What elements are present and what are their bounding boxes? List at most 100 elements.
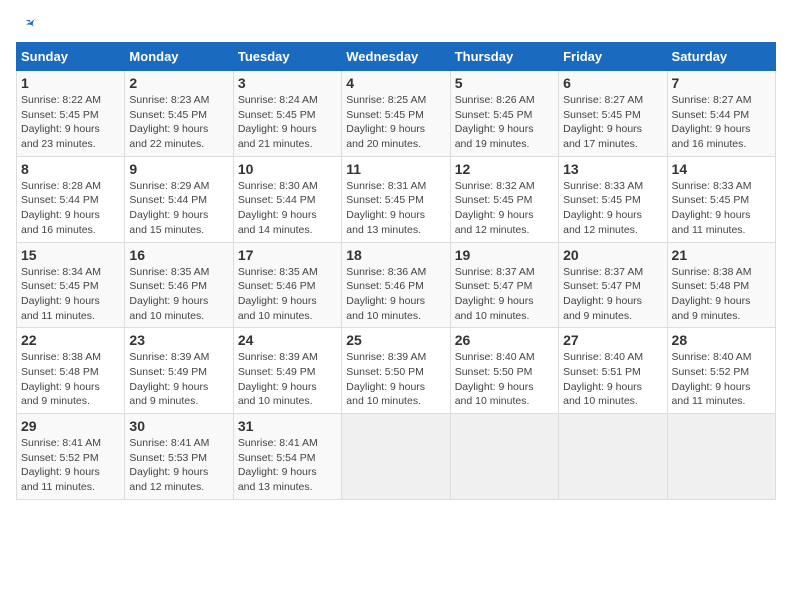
day-number: 23: [129, 332, 228, 348]
day-info: Sunrise: 8:40 AM Sunset: 5:52 PM Dayligh…: [672, 350, 771, 409]
day-info: Sunrise: 8:26 AM Sunset: 5:45 PM Dayligh…: [455, 93, 554, 152]
day-number: 27: [563, 332, 662, 348]
day-info: Sunrise: 8:37 AM Sunset: 5:47 PM Dayligh…: [563, 265, 662, 324]
calendar-cell: 28Sunrise: 8:40 AM Sunset: 5:52 PM Dayli…: [667, 328, 775, 414]
day-number: 9: [129, 161, 228, 177]
column-header-tuesday: Tuesday: [233, 43, 341, 71]
calendar-cell: [450, 414, 558, 500]
calendar-week-row: 22Sunrise: 8:38 AM Sunset: 5:48 PM Dayli…: [17, 328, 776, 414]
calendar-header-row: SundayMondayTuesdayWednesdayThursdayFrid…: [17, 43, 776, 71]
logo-bird-icon: [20, 16, 38, 34]
calendar-cell: 15Sunrise: 8:34 AM Sunset: 5:45 PM Dayli…: [17, 242, 125, 328]
day-number: 19: [455, 247, 554, 263]
day-info: Sunrise: 8:39 AM Sunset: 5:50 PM Dayligh…: [346, 350, 445, 409]
calendar-cell: 5 Sunrise: 8:26 AM Sunset: 5:45 PM Daylig…: [450, 71, 558, 157]
calendar-cell: 2 Sunrise: 8:23 AM Sunset: 5:45 PM Daylig…: [125, 71, 233, 157]
column-header-thursday: Thursday: [450, 43, 558, 71]
day-info: Sunrise: 8:31 AM Sunset: 5:45 PM Dayligh…: [346, 179, 445, 238]
calendar-cell: 24 Sunrise: 8:39 AM Sunset: 5:49 PM Dayli…: [233, 328, 341, 414]
day-number: 16: [129, 247, 228, 263]
calendar-cell: 27 Sunrise: 8:40 AM Sunset: 5:51 PM Dayli…: [559, 328, 667, 414]
calendar-cell: 25 Sunrise: 8:39 AM Sunset: 5:50 PM Dayli…: [342, 328, 450, 414]
day-number: 6: [563, 75, 662, 91]
calendar-cell: 6 Sunrise: 8:27 AM Sunset: 5:45 PM Daylig…: [559, 71, 667, 157]
calendar-week-row: 1 Sunrise: 8:22 AM Sunset: 5:45 PM Daylig…: [17, 71, 776, 157]
day-info: Sunrise: 8:39 AM Sunset: 5:49 PM Dayligh…: [129, 350, 228, 409]
day-info: Sunrise: 8:33 AM Sunset: 5:45 PM Dayligh…: [672, 179, 771, 238]
day-info: Sunrise: 8:27 AM Sunset: 5:45 PM Dayligh…: [563, 93, 662, 152]
day-info: Sunrise: 8:35 AM Sunset: 5:46 PM Dayligh…: [238, 265, 337, 324]
calendar-cell: 18 Sunrise: 8:36 AM Sunset: 5:46 PM Dayli…: [342, 242, 450, 328]
day-number: 7: [672, 75, 771, 91]
calendar-cell: 14 Sunrise: 8:33 AM Sunset: 5:45 PM Dayli…: [667, 156, 775, 242]
day-info: Sunrise: 8:30 AM Sunset: 5:44 PM Dayligh…: [238, 179, 337, 238]
day-info: Sunrise: 8:41 AM Sunset: 5:53 PM Dayligh…: [129, 436, 228, 495]
day-number: 30: [129, 418, 228, 434]
day-number: 8: [21, 161, 120, 177]
calendar-cell: [342, 414, 450, 500]
day-number: 18: [346, 247, 445, 263]
column-header-friday: Friday: [559, 43, 667, 71]
day-number: 17: [238, 247, 337, 263]
calendar-table: SundayMondayTuesdayWednesdayThursdayFrid…: [16, 42, 776, 500]
column-header-wednesday: Wednesday: [342, 43, 450, 71]
day-info: Sunrise: 8:38 AM Sunset: 5:48 PM Dayligh…: [21, 350, 120, 409]
day-number: 24: [238, 332, 337, 348]
day-number: 26: [455, 332, 554, 348]
calendar-cell: 29 Sunrise: 8:41 AM Sunset: 5:52 PM Dayli…: [17, 414, 125, 500]
day-number: 15: [21, 247, 120, 263]
column-header-sunday: Sunday: [17, 43, 125, 71]
day-number: 11: [346, 161, 445, 177]
day-number: 20: [563, 247, 662, 263]
calendar-cell: 20 Sunrise: 8:37 AM Sunset: 5:47 PM Dayli…: [559, 242, 667, 328]
calendar-cell: 23 Sunrise: 8:39 AM Sunset: 5:49 PM Dayli…: [125, 328, 233, 414]
day-number: 12: [455, 161, 554, 177]
calendar-cell: 21Sunrise: 8:38 AM Sunset: 5:48 PM Dayli…: [667, 242, 775, 328]
day-info: Sunrise: 8:39 AM Sunset: 5:49 PM Dayligh…: [238, 350, 337, 409]
calendar-week-row: 15Sunrise: 8:34 AM Sunset: 5:45 PM Dayli…: [17, 242, 776, 328]
day-number: 10: [238, 161, 337, 177]
calendar-week-row: 29 Sunrise: 8:41 AM Sunset: 5:52 PM Dayli…: [17, 414, 776, 500]
column-header-monday: Monday: [125, 43, 233, 71]
calendar-cell: 30 Sunrise: 8:41 AM Sunset: 5:53 PM Dayli…: [125, 414, 233, 500]
day-info: Sunrise: 8:40 AM Sunset: 5:51 PM Dayligh…: [563, 350, 662, 409]
day-number: 25: [346, 332, 445, 348]
logo: [16, 16, 38, 34]
calendar-cell: 8 Sunrise: 8:28 AM Sunset: 5:44 PM Daylig…: [17, 156, 125, 242]
calendar-cell: 4Sunrise: 8:25 AM Sunset: 5:45 PM Daylig…: [342, 71, 450, 157]
day-number: 1: [21, 75, 120, 91]
calendar-cell: 17 Sunrise: 8:35 AM Sunset: 5:46 PM Dayli…: [233, 242, 341, 328]
calendar-cell: 9 Sunrise: 8:29 AM Sunset: 5:44 PM Daylig…: [125, 156, 233, 242]
day-info: Sunrise: 8:36 AM Sunset: 5:46 PM Dayligh…: [346, 265, 445, 324]
calendar-cell: 16Sunrise: 8:35 AM Sunset: 5:46 PM Dayli…: [125, 242, 233, 328]
day-info: Sunrise: 8:38 AM Sunset: 5:48 PM Dayligh…: [672, 265, 771, 324]
calendar-cell: 12 Sunrise: 8:32 AM Sunset: 5:45 PM Dayli…: [450, 156, 558, 242]
calendar-cell: 1 Sunrise: 8:22 AM Sunset: 5:45 PM Daylig…: [17, 71, 125, 157]
day-info: Sunrise: 8:27 AM Sunset: 5:44 PM Dayligh…: [672, 93, 771, 152]
day-info: Sunrise: 8:24 AM Sunset: 5:45 PM Dayligh…: [238, 93, 337, 152]
day-info: Sunrise: 8:22 AM Sunset: 5:45 PM Dayligh…: [21, 93, 120, 152]
calendar-cell: [667, 414, 775, 500]
day-info: Sunrise: 8:28 AM Sunset: 5:44 PM Dayligh…: [21, 179, 120, 238]
calendar-week-row: 8 Sunrise: 8:28 AM Sunset: 5:44 PM Daylig…: [17, 156, 776, 242]
day-number: 29: [21, 418, 120, 434]
day-number: 2: [129, 75, 228, 91]
day-number: 14: [672, 161, 771, 177]
calendar-cell: 13Sunrise: 8:33 AM Sunset: 5:45 PM Dayli…: [559, 156, 667, 242]
day-info: Sunrise: 8:32 AM Sunset: 5:45 PM Dayligh…: [455, 179, 554, 238]
calendar-cell: 3 Sunrise: 8:24 AM Sunset: 5:45 PM Daylig…: [233, 71, 341, 157]
day-info: Sunrise: 8:23 AM Sunset: 5:45 PM Dayligh…: [129, 93, 228, 152]
calendar-cell: 10 Sunrise: 8:30 AM Sunset: 5:44 PM Dayli…: [233, 156, 341, 242]
column-header-saturday: Saturday: [667, 43, 775, 71]
calendar-cell: [559, 414, 667, 500]
day-info: Sunrise: 8:33 AM Sunset: 5:45 PM Dayligh…: [563, 179, 662, 238]
day-info: Sunrise: 8:29 AM Sunset: 5:44 PM Dayligh…: [129, 179, 228, 238]
day-number: 3: [238, 75, 337, 91]
day-number: 5: [455, 75, 554, 91]
day-number: 31: [238, 418, 337, 434]
calendar-cell: 22Sunrise: 8:38 AM Sunset: 5:48 PM Dayli…: [17, 328, 125, 414]
day-info: Sunrise: 8:40 AM Sunset: 5:50 PM Dayligh…: [455, 350, 554, 409]
page-header: [16, 16, 776, 34]
day-info: Sunrise: 8:41 AM Sunset: 5:54 PM Dayligh…: [238, 436, 337, 495]
day-info: Sunrise: 8:41 AM Sunset: 5:52 PM Dayligh…: [21, 436, 120, 495]
